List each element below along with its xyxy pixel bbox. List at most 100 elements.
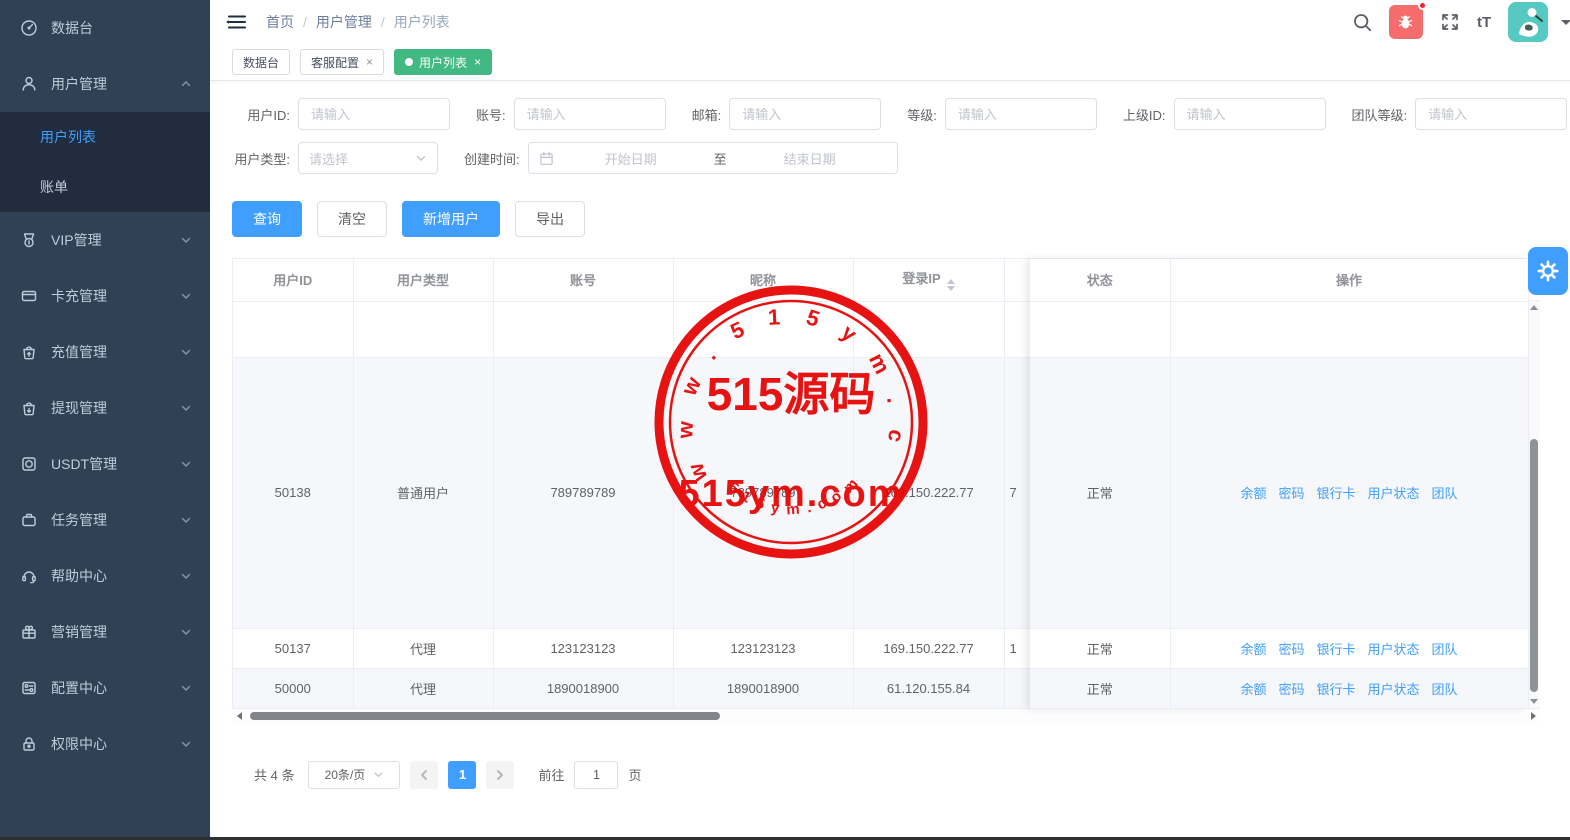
sidebar-item-usdt-management[interactable]: USDT管理 [0, 436, 210, 492]
filter-label: 等级: [907, 105, 937, 124]
search-button[interactable]: 查询 [232, 201, 302, 237]
fullscreen-icon[interactable] [1440, 12, 1460, 32]
cell-user-type: 代理 [353, 628, 493, 668]
user-status-link[interactable]: 用户状态 [1368, 486, 1420, 501]
avatar[interactable] [1508, 2, 1548, 42]
page-size-value: 20条/页 [325, 766, 366, 783]
sidebar-item-withdraw-management[interactable]: 提现管理 [0, 380, 210, 436]
breadcrumb-user-management[interactable]: 用户管理 [316, 12, 372, 32]
user-menu-caret-icon[interactable] [1561, 20, 1570, 25]
balance-link[interactable]: 余额 [1240, 486, 1266, 501]
cell-user-id: 50137 [233, 628, 353, 668]
team-link[interactable]: 团队 [1432, 682, 1458, 697]
user-type-select[interactable]: 请选择 [298, 142, 438, 174]
vertical-scroll-thumb[interactable] [1530, 439, 1538, 691]
email-input[interactable] [729, 98, 881, 130]
user-status-link[interactable]: 用户状态 [1368, 642, 1420, 657]
page-size-select[interactable]: 20条/页 [308, 761, 400, 789]
parent-id-input[interactable] [1174, 98, 1326, 130]
password-link[interactable]: 密码 [1278, 642, 1304, 657]
sidebar-item-task-management[interactable]: 任务管理 [0, 492, 210, 548]
table-row[interactable]: 50138 普通用户 789789789 789789789 169.150.2… [233, 357, 1030, 628]
prev-page-button[interactable] [410, 761, 438, 789]
cell-status: 正常 [1030, 357, 1170, 628]
account-input[interactable] [514, 98, 666, 130]
bank-card-link[interactable]: 银行卡 [1317, 486, 1356, 501]
table-row[interactable] [233, 301, 1030, 357]
table-row[interactable]: 正常 余额密码银行卡用户状态团队 [1030, 628, 1528, 668]
sidebar-item-label: 数据台 [51, 18, 192, 38]
sidebar-item-card-recharge[interactable]: 卡充管理 [0, 268, 210, 324]
collapse-sidebar-icon[interactable] [226, 13, 248, 31]
team-link[interactable]: 团队 [1432, 642, 1458, 657]
next-page-button[interactable] [486, 761, 514, 789]
current-page-button[interactable]: 1 [448, 761, 476, 789]
tab-close-icon[interactable]: × [474, 55, 481, 69]
horizontal-scroll-thumb[interactable] [250, 712, 720, 720]
end-date-placeholder[interactable]: 结束日期 [733, 149, 887, 168]
sidebar-item-config-center[interactable]: 配置中心 [0, 660, 210, 716]
add-user-button[interactable]: 新增用户 [402, 201, 500, 237]
sidebar-item-user-management[interactable]: 用户管理 [0, 56, 210, 112]
search-icon[interactable] [1353, 13, 1372, 32]
vertical-scroll-track[interactable] [1528, 313, 1540, 696]
table-row[interactable]: 正常 余额密码银行卡用户状态团队 [1030, 357, 1528, 628]
tab-user-list[interactable]: 用户列表 × [394, 49, 492, 75]
sidebar-item-marketing-management[interactable]: 营销管理 [0, 604, 210, 660]
start-date-placeholder[interactable]: 开始日期 [554, 149, 708, 168]
sidebar-item-dashboard[interactable]: 数据台 [0, 0, 210, 56]
user-status-link[interactable]: 用户状态 [1368, 682, 1420, 697]
table-row[interactable]: 50000 代理 1890018900 1890018900 61.120.15… [233, 668, 1030, 708]
sidebar-subitem-bills[interactable]: 账单 [0, 162, 210, 212]
table-row[interactable] [1030, 301, 1528, 357]
sidebar-item-label: 卡充管理 [51, 286, 180, 306]
tab-service-config[interactable]: 客服配置 × [300, 49, 384, 75]
sidebar-item-label: 配置中心 [51, 678, 180, 698]
cell-login-ip: 61.120.155.84 [853, 668, 1004, 708]
tab-close-icon[interactable]: × [366, 55, 373, 69]
user-id-input[interactable] [298, 98, 450, 130]
balance-link[interactable]: 余额 [1240, 682, 1266, 697]
col-actions: 操作 [1170, 259, 1528, 301]
password-link[interactable]: 密码 [1278, 682, 1304, 697]
sidebar-item-permission-center[interactable]: 权限中心 [0, 716, 210, 772]
table-scroll-columns: 用户ID 用户类型 账号 昵称 登录IP [233, 259, 1030, 709]
col-login-ip[interactable]: 登录IP [853, 259, 1004, 301]
bank-card-link[interactable]: 银行卡 [1317, 642, 1356, 657]
table-row[interactable]: 正常 余额密码银行卡用户状态团队 [1030, 668, 1528, 708]
sidebar-item-vip-management[interactable]: VIP管理 [0, 212, 210, 268]
scroll-right-arrow[interactable] [1528, 712, 1538, 720]
clear-button[interactable]: 清空 [317, 201, 387, 237]
tab-bar: 数据台 客服配置 × 用户列表 × [210, 44, 1570, 81]
filter-email: 邮箱: [692, 98, 882, 130]
breadcrumb-home[interactable]: 首页 [266, 12, 294, 32]
table-row[interactable]: 50137 代理 123123123 123123123 169.150.222… [233, 628, 1030, 668]
horizontal-scroll-track[interactable] [244, 712, 1528, 720]
sort-icon[interactable] [947, 279, 955, 291]
bank-card-link[interactable]: 银行卡 [1317, 682, 1356, 697]
font-size-icon[interactable]: tT [1477, 14, 1491, 31]
horizontal-scrollbar[interactable] [232, 709, 1540, 723]
scroll-down-arrow[interactable] [1528, 696, 1540, 708]
export-button[interactable]: 导出 [515, 201, 585, 237]
sidebar-item-recharge-management[interactable]: 充值管理 [0, 324, 210, 380]
goto-page-input[interactable] [574, 761, 618, 789]
date-range-picker[interactable]: 开始日期 至 结束日期 [528, 142, 898, 174]
team-link[interactable]: 团队 [1432, 486, 1458, 501]
scroll-up-arrow[interactable] [1528, 301, 1540, 313]
sidebar-item-help-center[interactable]: 帮助中心 [0, 548, 210, 604]
table-settings-button[interactable] [1528, 247, 1568, 295]
date-separator: 至 [708, 149, 733, 168]
level-input[interactable] [945, 98, 1097, 130]
vertical-scrollbar[interactable] [1528, 259, 1540, 709]
sidebar-subitem-user-list[interactable]: 用户列表 [0, 112, 210, 162]
bug-report-button[interactable] [1389, 5, 1423, 39]
tab-dashboard[interactable]: 数据台 [232, 49, 290, 75]
balance-link[interactable]: 余额 [1240, 642, 1266, 657]
filter-parent-id: 上级ID: [1123, 98, 1326, 130]
pagination-total: 共 4 条 [254, 765, 294, 784]
team-level-input[interactable] [1415, 98, 1567, 130]
scroll-left-arrow[interactable] [234, 712, 244, 720]
password-link[interactable]: 密码 [1278, 486, 1304, 501]
filter-create-time: 创建时间: 开始日期 至 结束日期 [464, 142, 898, 174]
